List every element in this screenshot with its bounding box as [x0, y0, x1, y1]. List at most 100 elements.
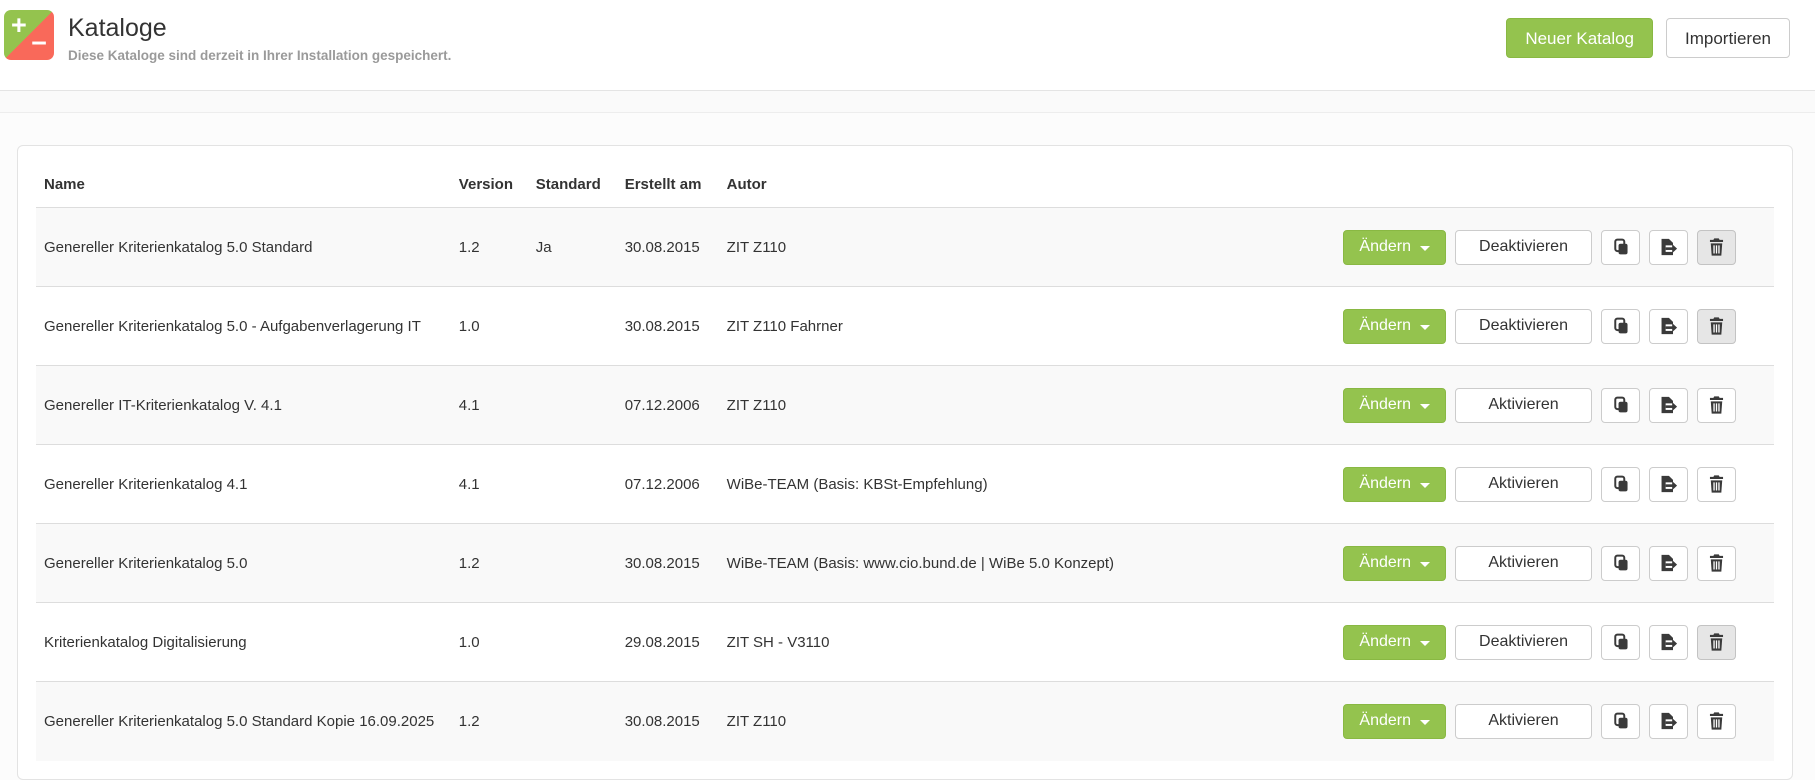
catalog-standard: Ja [535, 238, 552, 256]
column-header-name: Name [36, 154, 451, 208]
export-button[interactable] [1649, 387, 1688, 423]
catalog-table: Name Version Standard Erstellt am Autor … [36, 154, 1774, 761]
change-dropdown-button[interactable]: Ändern [1343, 466, 1446, 502]
table-row: Genereller Kriterienkatalog 5.0 - Aufgab… [36, 286, 1774, 366]
export-button[interactable] [1649, 229, 1688, 265]
column-header-author: Autor [718, 154, 1336, 208]
delete-button[interactable] [1697, 466, 1736, 502]
change-dropdown-button[interactable]: Ändern [1343, 703, 1446, 739]
catalog-version: 4.1 [450, 365, 528, 445]
delete-button[interactable] [1697, 229, 1736, 265]
table-row: Genereller IT-Kriterienkatalog V. 4.1 4.… [36, 365, 1774, 445]
change-dropdown-button[interactable]: Ändern [1343, 387, 1446, 423]
catalog-version: 1.0 [450, 286, 528, 366]
catalog-created-date: 07.12.2006 [616, 444, 719, 524]
export-button[interactable] [1649, 624, 1688, 660]
delete-button[interactable] [1697, 387, 1736, 423]
delete-button[interactable] [1697, 308, 1736, 344]
deactivate-button[interactable]: Deaktivieren [1455, 308, 1592, 344]
catalog-author: ZIT Z110 [726, 238, 787, 256]
deactivate-button[interactable]: Deaktivieren [1455, 229, 1592, 265]
import-button[interactable]: Importieren [1666, 18, 1790, 58]
activate-button[interactable]: Aktivieren [1455, 466, 1592, 502]
trash-icon [1708, 238, 1725, 256]
page-title: Kataloge [68, 14, 167, 42]
catalog-name: Genereller Kriterienkatalog 5.0 - Aufgab… [36, 286, 451, 366]
new-catalog-button[interactable]: Neuer Katalog [1506, 18, 1654, 58]
catalog-author: WiBe-TEAM (Basis: KBSt-Empfehlung) [718, 444, 1336, 524]
row-actions: Ändern Deaktivieren [1343, 624, 1766, 660]
caret-down-icon [1420, 245, 1430, 251]
minus-glyph: − [31, 27, 47, 58]
copy-icon [1612, 317, 1630, 335]
caret-down-icon [1420, 719, 1430, 725]
catalog-created-date: 30.08.2015 [616, 523, 719, 603]
copy-icon [1612, 554, 1630, 572]
file-export-icon [1659, 554, 1678, 572]
export-button[interactable] [1649, 545, 1688, 581]
change-button-label: Ändern [1359, 317, 1411, 334]
row-actions: Ändern Aktivieren [1343, 545, 1766, 581]
catalog-version: 1.2 [450, 681, 528, 761]
export-button[interactable] [1649, 308, 1688, 344]
catalog-author: ZIT Z110 Fahrner [718, 286, 1336, 366]
delete-button[interactable] [1697, 545, 1736, 581]
activate-button[interactable]: Aktivieren [1455, 703, 1592, 739]
change-button-label: Ändern [1359, 633, 1411, 650]
copy-button[interactable] [1601, 466, 1640, 502]
change-button-label: Ändern [1359, 554, 1411, 571]
delete-button[interactable] [1697, 703, 1736, 739]
file-export-icon [1659, 633, 1678, 651]
column-header-actions [1335, 154, 1774, 208]
copy-button[interactable] [1601, 308, 1640, 344]
table-row: Genereller Kriterienkatalog 5.0 Standard… [36, 681, 1774, 761]
copy-button[interactable] [1601, 387, 1640, 423]
column-header-standard: Standard [527, 154, 617, 208]
app-logo-icon: + − [4, 10, 54, 60]
catalog-created-date: 07.12.2006 [616, 365, 719, 445]
trash-icon [1708, 475, 1725, 493]
row-actions: Ändern Aktivieren [1343, 703, 1766, 739]
row-actions: Ändern Aktivieren [1343, 387, 1766, 423]
catalog-name: Genereller Kriterienkatalog 5.0 Standard… [36, 681, 451, 761]
catalog-author: ZIT SH - V3110 [718, 602, 1336, 682]
change-dropdown-button[interactable]: Ändern [1343, 624, 1446, 660]
activate-button[interactable]: Aktivieren [1455, 387, 1592, 423]
export-button[interactable] [1649, 466, 1688, 502]
trash-icon [1708, 317, 1725, 335]
change-dropdown-button[interactable]: Ändern [1343, 229, 1446, 265]
copy-button[interactable] [1601, 703, 1640, 739]
change-dropdown-button[interactable]: Ändern [1343, 545, 1446, 581]
catalog-name: Kriterienkatalog Digitalisierung [36, 602, 451, 682]
change-button-label: Ändern [1359, 475, 1411, 492]
catalog-name: Genereller Kriterienkatalog 4.1 [36, 444, 451, 524]
copy-icon [1612, 712, 1630, 730]
deactivate-button[interactable]: Deaktivieren [1455, 624, 1592, 660]
caret-down-icon [1420, 482, 1430, 488]
table-row: Genereller Kriterienkatalog 4.1 4.1 07.1… [36, 444, 1774, 524]
table-header-row: Name Version Standard Erstellt am Autor [36, 154, 1774, 208]
trash-icon [1708, 712, 1725, 730]
copy-button[interactable] [1601, 545, 1640, 581]
copy-button[interactable] [1601, 624, 1640, 660]
change-dropdown-button[interactable]: Ändern [1343, 308, 1446, 344]
row-actions: Ändern Deaktivieren [1343, 229, 1766, 265]
trash-icon [1708, 633, 1725, 651]
copy-button[interactable] [1601, 229, 1640, 265]
trash-icon [1708, 554, 1725, 572]
catalog-created-date: 30.08.2015 [616, 681, 719, 761]
caret-down-icon [1420, 640, 1430, 646]
copy-icon [1612, 238, 1630, 256]
delete-button[interactable] [1697, 624, 1736, 660]
row-actions: Ändern Aktivieren [1343, 466, 1766, 502]
caret-down-icon [1420, 561, 1430, 567]
table-row: Genereller Kriterienkatalog 5.0 Standard… [36, 207, 1774, 287]
catalog-card: Name Version Standard Erstellt am Autor … [17, 145, 1793, 780]
catalog-standard [527, 444, 617, 524]
catalog-created-date: 30.08.2015 [624, 238, 700, 256]
change-button-label: Ändern [1359, 396, 1411, 413]
export-button[interactable] [1649, 703, 1688, 739]
page-subtitle: Diese Kataloge sind derzeit in Ihrer Ins… [68, 47, 452, 63]
activate-button[interactable]: Aktivieren [1455, 545, 1592, 581]
column-header-created: Erstellt am [616, 154, 719, 208]
